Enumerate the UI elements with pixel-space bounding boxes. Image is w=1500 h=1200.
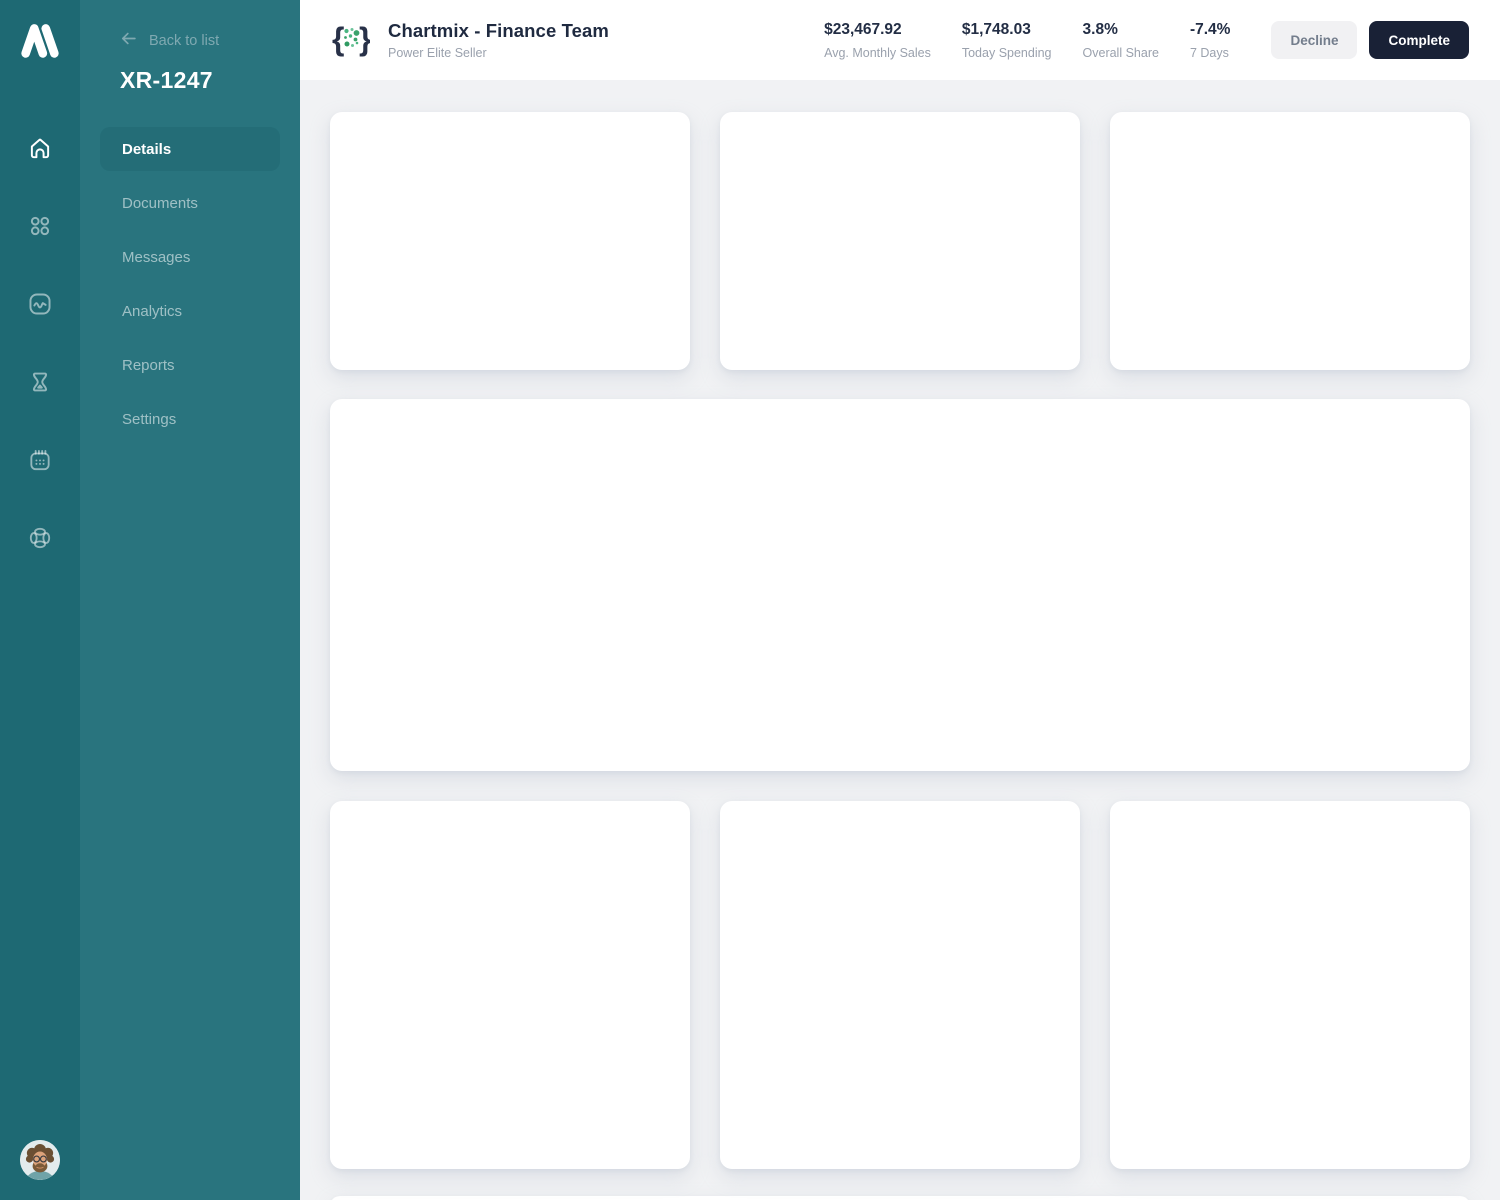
card-next-peek [330, 1196, 1470, 1200]
card-top-1 [330, 112, 690, 370]
svg-text:{: { [332, 21, 344, 57]
card-top-2 [720, 112, 1080, 370]
stat-label: Today Spending [961, 45, 1052, 60]
stat-label: Avg. Monthly Sales [824, 45, 931, 60]
stat-value: 3.8% [1082, 20, 1118, 38]
grid-icon[interactable] [27, 213, 53, 239]
card-bottom-1 [330, 801, 690, 1169]
sidebar-item-settings[interactable]: Settings [100, 397, 280, 441]
calendar-icon[interactable] [27, 447, 53, 473]
icon-rail [0, 0, 80, 1200]
stat-value: -7.4% [1189, 20, 1231, 38]
rail-icon-nav [27, 135, 53, 551]
sidebar-item-analytics[interactable]: Analytics [100, 289, 280, 333]
main-column: { } Chartmix - Fina [300, 0, 1500, 1200]
page-subtitle: Power Elite Seller [388, 46, 487, 60]
header-actions: Decline Complete [1271, 21, 1469, 59]
app-logo-icon[interactable] [17, 17, 63, 63]
stat-value: $1,748.03 [961, 20, 1031, 38]
decline-button[interactable]: Decline [1271, 21, 1358, 59]
sidebar: Back to list XR-1247 Details Documents M… [80, 0, 300, 1200]
chartmix-logo-icon: { } [332, 20, 371, 60]
activity-icon[interactable] [27, 291, 53, 317]
back-to-list-label: Back to list [149, 32, 220, 49]
svg-text:}: } [359, 21, 370, 57]
stat-7-days: -7.4% 7 Days [1190, 21, 1231, 60]
card-wide [330, 399, 1470, 771]
page-header: { } Chartmix - Fina [300, 0, 1500, 80]
sidebar-nav: Details Documents Messages Analytics Rep… [80, 127, 300, 451]
header-title-block: Chartmix - Finance Team Power Elite Sell… [388, 20, 609, 60]
content-area [300, 80, 1500, 1200]
hourglass-icon[interactable] [27, 369, 53, 395]
arrow-left-icon [120, 30, 137, 51]
sidebar-item-reports[interactable]: Reports [100, 343, 280, 387]
stat-value: $23,467.92 [824, 20, 902, 38]
stat-label: Overall Share [1082, 45, 1159, 60]
stat-avg-monthly-sales: $23,467.92 Avg. Monthly Sales [824, 21, 931, 60]
complete-button[interactable]: Complete [1369, 21, 1469, 59]
user-avatar[interactable] [20, 1140, 60, 1180]
card-top-3 [1110, 112, 1470, 370]
app-root: Back to list XR-1247 Details Documents M… [0, 0, 1500, 1200]
lifebuoy-icon[interactable] [27, 525, 53, 551]
home-icon[interactable] [27, 135, 53, 161]
sidebar-item-documents[interactable]: Documents [100, 181, 280, 225]
stat-overall-share: 3.8% Overall Share [1083, 21, 1159, 60]
page-title: Chartmix - Finance Team [388, 20, 609, 41]
stat-today-spending: $1,748.03 Today Spending [962, 21, 1052, 60]
card-bottom-2 [720, 801, 1080, 1169]
header-stats: $23,467.92 Avg. Monthly Sales $1,748.03 … [824, 21, 1230, 60]
card-row-bottom [330, 801, 1470, 1169]
sidebar-item-details[interactable]: Details [100, 127, 280, 171]
sidebar-item-messages[interactable]: Messages [100, 235, 280, 279]
back-to-list-link[interactable]: Back to list [120, 30, 300, 51]
stat-label: 7 Days [1189, 45, 1229, 60]
card-row-top [330, 112, 1470, 370]
card-bottom-3 [1110, 801, 1470, 1169]
record-id-title: XR-1247 [120, 67, 213, 93]
